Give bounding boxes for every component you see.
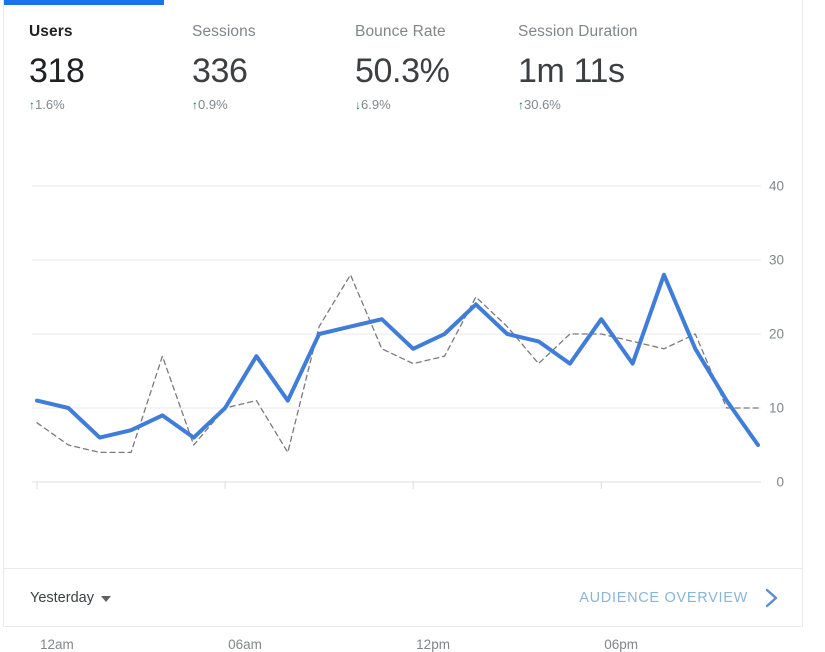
metric-users[interactable]: Users 318 ↑1.6% bbox=[29, 22, 192, 145]
card-footer: Yesterday AUDIENCE OVERVIEW bbox=[4, 568, 802, 626]
active-tab-indicator bbox=[4, 0, 164, 5]
metric-value: 50.3% bbox=[355, 52, 450, 90]
analytics-card: Users 318 ↑1.6% Sessions 336 ↑0.9% Bounc… bbox=[3, 0, 803, 652]
metrics-row: Users 318 ↑1.6% Sessions 336 ↑0.9% Bounc… bbox=[4, 0, 802, 145]
metric-label: Bounce Rate bbox=[355, 23, 446, 40]
metric-value: 318 bbox=[29, 52, 85, 90]
xaxis-tick-label: 06pm bbox=[604, 637, 639, 652]
date-range-label: Yesterday bbox=[30, 589, 94, 606]
metric-delta: ↑30.6% bbox=[518, 96, 681, 114]
metric-sessions[interactable]: Sessions 336 ↑0.9% bbox=[192, 22, 355, 145]
metric-delta-value: 6.9% bbox=[361, 97, 391, 112]
yaxis-tick-label: 20 bbox=[768, 326, 784, 342]
metric-delta-value: 30.6% bbox=[524, 97, 561, 112]
xaxis-tick-label: 06am bbox=[228, 637, 262, 652]
metric-bounce-rate[interactable]: Bounce Rate 50.3% ↓6.9% bbox=[355, 22, 518, 145]
metric-value: 336 bbox=[192, 52, 248, 90]
metric-delta: ↑1.6% bbox=[29, 96, 192, 114]
metric-delta: ↑0.9% bbox=[192, 96, 355, 114]
metric-session-duration[interactable]: Session Duration 1m 11s ↑30.6% bbox=[518, 22, 681, 145]
chevron-down-icon bbox=[100, 595, 111, 602]
yaxis-tick-label: 10 bbox=[768, 400, 784, 416]
metric-delta: ↓6.9% bbox=[355, 96, 518, 114]
series-current bbox=[35, 272, 760, 447]
yaxis-tick-label: 40 bbox=[768, 178, 784, 194]
yaxis-tick-label: 30 bbox=[768, 252, 784, 268]
metric-delta-value: 1.6% bbox=[35, 97, 65, 112]
audience-overview-link[interactable]: AUDIENCE OVERVIEW bbox=[579, 587, 780, 609]
chevron-right-icon bbox=[764, 587, 780, 609]
date-range-selector[interactable]: Yesterday bbox=[30, 590, 111, 606]
metric-label: Session Duration bbox=[518, 23, 638, 40]
metric-label: Sessions bbox=[192, 23, 256, 40]
chart-xaxis-ticks bbox=[36, 482, 602, 489]
metric-delta-value: 0.9% bbox=[198, 97, 228, 112]
users-line-chart bbox=[32, 185, 761, 489]
chart-series bbox=[35, 272, 760, 454]
audience-overview-label: AUDIENCE OVERVIEW bbox=[579, 589, 748, 606]
series-previous bbox=[36, 274, 759, 454]
yaxis-tick-label: 0 bbox=[776, 474, 784, 490]
xaxis-tick-label: 12am bbox=[40, 637, 74, 652]
xaxis-tick-label: 12pm bbox=[416, 637, 450, 652]
metric-value: 1m 11s bbox=[518, 52, 625, 90]
chart-area: 0 10 20 30 40 12am 06am 12pm 06pm bbox=[4, 145, 802, 652]
metric-label: Users bbox=[29, 23, 73, 40]
